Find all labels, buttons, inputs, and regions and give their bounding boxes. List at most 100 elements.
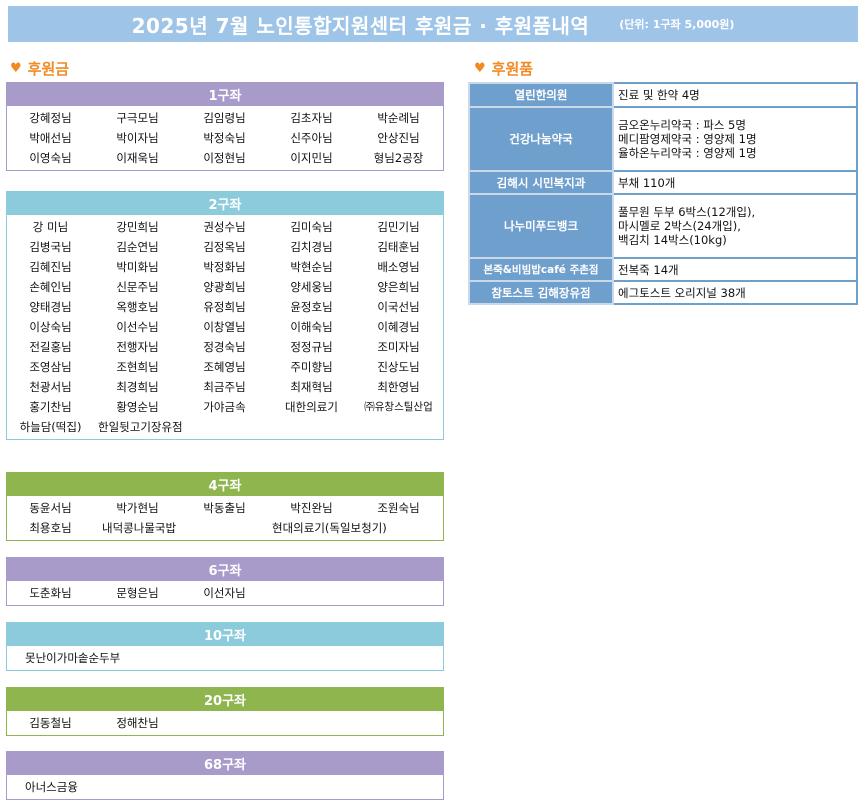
donor-name: 현대의료기(독일보청기) [272,521,387,535]
donor-name: 김동철님 [29,716,72,730]
donor-name: 가야금속 [203,400,246,414]
donor-name: 강혜정님 [29,111,72,125]
unit-note: (단위: 1구좌 5,000원) [619,18,735,31]
donor-name: 배소영님 [377,260,420,274]
donor-name: 이재욱님 [116,151,159,165]
goods-item: 율하온누리약국 : 영양제 1명 [618,146,757,160]
donor-name: 조미자님 [377,340,420,354]
donor-name: 윤정호님 [290,300,333,314]
goods-items: 전복죽 14개 [612,257,858,282]
donor-name: 최경희님 [116,380,159,394]
group-header: 1구좌 [6,82,444,106]
goods-heading: ♥ 후원품 [474,58,533,79]
donor-name: 박진완님 [290,501,333,515]
goods-item: 금오온누리약국 : 파스 5명 [618,118,746,132]
goods-item: 백김치 14박스(10kg) [618,233,727,247]
group-header: 68구좌 [6,751,444,775]
donor-name: 최한영님 [377,380,420,394]
goods-items: 부채 110개 [612,170,858,195]
donation-group-2: 2구좌 강 미님 강민희님 권성수님 김미숙님 김민기님 김병국님 김순연님 김… [6,191,444,440]
donor-name: 이정현님 [203,151,246,165]
goods-source: 나누미푸드뱅크 [468,193,614,259]
table-row: 본죽&비빔밥café 주촌점 전복죽 14개 [468,257,858,282]
goods-source: 건강나눔약국 [468,106,614,172]
donor-list: 못난이가마솥순두부 [7,646,443,670]
goods-source: 김해시 시민복지과 [468,170,614,195]
donor-name: 정해찬님 [116,716,159,730]
donor-name: 못난이가마솥순두부 [25,651,121,665]
donor-name: 유정희님 [203,300,246,314]
donor-name: 박애선님 [29,131,72,145]
donations-heading: ♥ 후원금 [10,58,69,79]
donor-name: 주미향님 [290,360,333,374]
donor-name: 박미화님 [116,260,159,274]
donor-name: 김초자님 [290,111,333,125]
donor-name: 문형은님 [116,586,159,600]
donor-name: 박이자님 [116,131,159,145]
donor-name: 김미숙님 [290,220,333,234]
donor-name: 최재혁님 [290,380,333,394]
donor-name: 이해숙님 [290,320,333,334]
donor-name: 박가현님 [116,501,159,515]
donor-name: 정경숙님 [203,340,246,354]
donor-name: 최금주님 [203,380,246,394]
donor-name: 하늘담(떡집) [19,420,82,434]
donor-name: 이선자님 [203,586,246,600]
donor-name: 정정규님 [290,340,333,354]
donor-list: 동윤서님 박가현님 박동출님 박진완님 조원숙님 최용호님 내덕콩나물국밥 현대… [7,496,443,540]
donor-name: 조현희님 [116,360,159,374]
goods-items: 에그토스트 오리지널 38개 [612,280,858,305]
goods-source: 참토스트 김해장유점 [468,280,614,305]
goods-item: 전복죽 14개 [618,262,679,277]
donor-name: 양세웅님 [290,280,333,294]
donor-name: 조원숙님 [377,501,420,515]
donor-name: 김태훈님 [377,240,420,254]
donor-name: 이선수님 [116,320,159,334]
goods-heading-label: 후원품 [491,60,534,78]
heart-icon: ♥ [10,61,22,76]
table-row: 건강나눔약국 금오온누리약국 : 파스 5명 메디팜영제약국 : 영양제 1명 … [468,106,858,172]
goods-item: 부채 110개 [618,175,676,190]
donor-list: 아너스금융 [7,775,443,799]
donor-name: 조혜영님 [203,360,246,374]
donor-list: 도춘화님 문형은님 이선자님 [7,581,443,605]
donor-name: 김혜진님 [29,260,72,274]
group-header: 10구좌 [6,622,444,646]
donor-name: 내덕콩나물국밥 [102,521,177,535]
goods-item: 에그토스트 오리지널 38개 [618,285,746,300]
donation-group-4: 4구좌 동윤서님 박가현님 박동출님 박진완님 조원숙님 최용호님 내덕콩나물국… [6,472,444,541]
donor-name: 이혜경님 [377,320,420,334]
donation-group-10: 10구좌 못난이가마솥순두부 [6,622,444,671]
donor-name: 황영순님 [116,400,159,414]
goods-table: 열린한의원 진료 및 한약 4명 건강나눔약국 금오온누리약국 : 파스 5명 … [468,82,858,305]
donor-name: 양광희님 [203,280,246,294]
donor-name: 대한의료기 [285,400,338,414]
donor-name: 손혜인님 [29,280,72,294]
donor-name: 안상진님 [377,131,420,145]
group-header: 4구좌 [6,472,444,496]
donation-group-6: 6구좌 도춘화님 문형은님 이선자님 [6,557,444,606]
donation-group-20: 20구좌 김동철님 정해찬님 [6,687,444,736]
donor-name: 조영삼님 [29,360,72,374]
group-header: 6구좌 [6,557,444,581]
donor-name: 김민기님 [377,220,420,234]
donor-name: 박순례님 [377,111,420,125]
donor-name: 형님2공장 [373,151,424,165]
donor-name: 이국선님 [377,300,420,314]
goods-items: 진료 및 한약 4명 [612,82,858,108]
goods-items: 풀무원 두부 6박스(12개입), 마시멜로 2박스(24개입), 백김치 14… [612,193,858,259]
goods-item: 마시멜로 2박스(24개입), [618,219,741,233]
donor-name: 이영숙님 [29,151,72,165]
donor-list: 김동철님 정해찬님 [7,711,443,735]
table-row: 열린한의원 진료 및 한약 4명 [468,82,858,108]
group-header: 20구좌 [6,687,444,711]
goods-item: 진료 및 한약 4명 [618,88,700,102]
donor-name: 양은희님 [377,280,420,294]
donor-name: 이상숙님 [29,320,72,334]
donor-name: 천광서님 [29,380,72,394]
donor-name: 신문주님 [116,280,159,294]
donor-name: 김병국님 [29,240,72,254]
goods-item: 메디팜영제약국 : 영양제 1명 [618,132,757,146]
goods-items: 금오온누리약국 : 파스 5명 메디팜영제약국 : 영양제 1명 율하온누리약국… [612,106,858,172]
goods-item: 풀무원 두부 6박스(12개입), [618,205,756,219]
